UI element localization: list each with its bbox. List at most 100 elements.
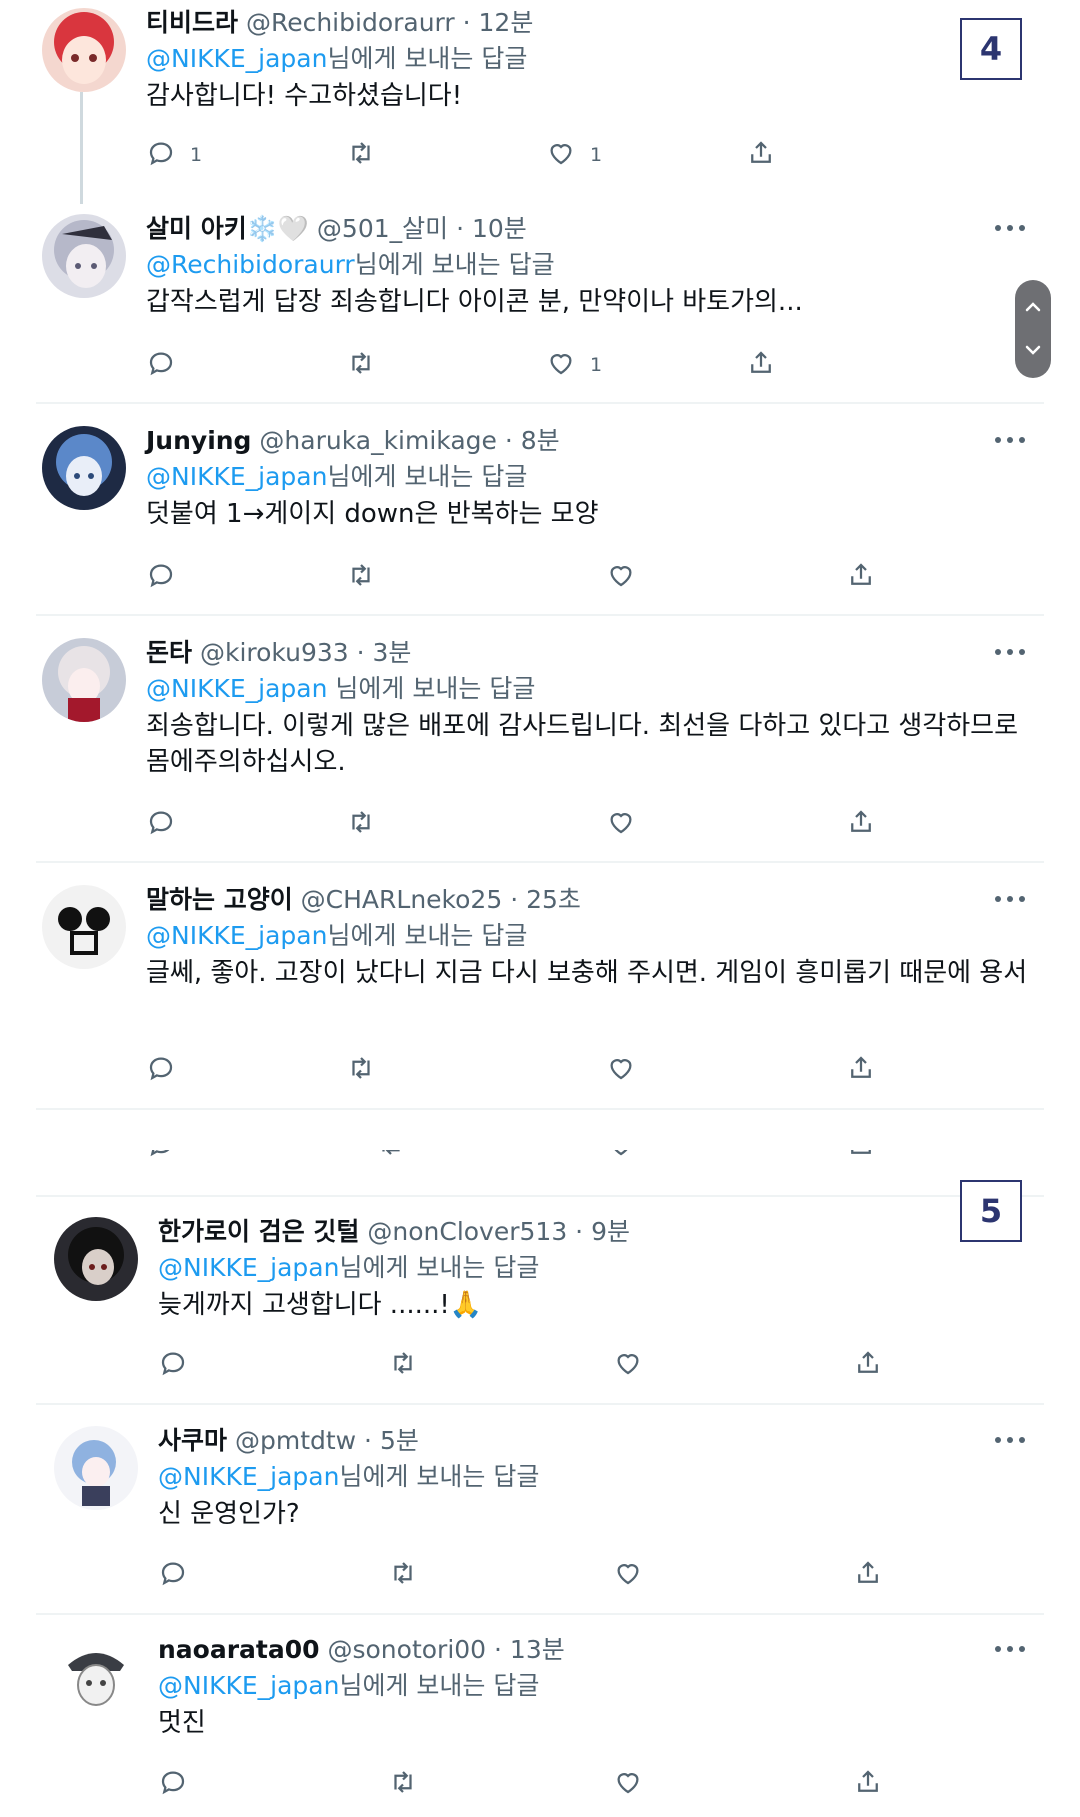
avatar[interactable] bbox=[54, 1635, 138, 1719]
like-button[interactable] bbox=[606, 557, 636, 597]
retweet-icon bbox=[388, 1767, 418, 1802]
share-button[interactable] bbox=[746, 135, 776, 175]
retweet-icon bbox=[388, 1348, 418, 1383]
reply-icon bbox=[146, 348, 176, 383]
more-button[interactable] bbox=[990, 1430, 1030, 1450]
tweet-text: 죄송합니다. 이렇게 많은 배포에 감사드립니다. 최선을 다하고 있다고 생각… bbox=[146, 711, 1019, 777]
share-button[interactable] bbox=[746, 345, 776, 385]
share-button[interactable] bbox=[846, 804, 876, 844]
reply-button[interactable] bbox=[146, 345, 176, 385]
tweet-text: 글쎄, 좋아. 고장이 났다니 지금 다시 보충해 주시면. 게임이 흥미롭기 … bbox=[146, 958, 1028, 988]
tweet-3[interactable]: 돈타 @kiroku933 · 3분 @NIKKE_japan 님에게 보내는 … bbox=[36, 636, 1044, 826]
more-icon bbox=[990, 1644, 1030, 1663]
reply-prefix: 님에게 보내는 답글 bbox=[339, 1462, 540, 1491]
share-icon bbox=[853, 1558, 883, 1593]
mention-link[interactable]: @NIKKE_japan bbox=[146, 44, 327, 73]
display-name[interactable]: 돈타 bbox=[146, 638, 192, 667]
like-icon bbox=[606, 1150, 636, 1164]
share-button[interactable] bbox=[853, 1764, 883, 1804]
like-icon bbox=[606, 807, 636, 842]
like-button[interactable] bbox=[606, 1050, 636, 1090]
display-name[interactable]: 티비드라 bbox=[146, 8, 238, 37]
reply-prefix: 님에게 보내는 답글 bbox=[327, 44, 528, 73]
display-name[interactable]: 한가로이 검은 깃털 bbox=[158, 1217, 359, 1246]
reply-button[interactable] bbox=[146, 1050, 176, 1090]
retweet-icon bbox=[346, 807, 376, 842]
reply-icon bbox=[146, 1053, 176, 1088]
share-icon bbox=[846, 560, 876, 595]
more-icon bbox=[990, 894, 1030, 913]
share-button[interactable] bbox=[846, 1050, 876, 1090]
reply-button[interactable] bbox=[158, 1345, 188, 1385]
more-button[interactable] bbox=[990, 889, 1030, 909]
retweet-button[interactable] bbox=[388, 1345, 418, 1385]
display-name[interactable]: naoarata00 bbox=[158, 1635, 320, 1664]
avatar[interactable] bbox=[42, 885, 126, 969]
reply-count: 1 bbox=[190, 144, 203, 166]
more-button[interactable] bbox=[990, 430, 1030, 450]
cropped-actions bbox=[146, 1150, 906, 1164]
reply-button[interactable] bbox=[158, 1764, 188, 1804]
avatar[interactable] bbox=[42, 426, 126, 510]
reply-icon bbox=[146, 560, 176, 595]
retweet-button[interactable] bbox=[346, 557, 376, 597]
like-button[interactable]: 1 bbox=[546, 135, 602, 175]
retweet-button[interactable] bbox=[388, 1555, 418, 1595]
mention-link[interactable]: @NIKKE_japan bbox=[158, 1253, 339, 1282]
like-button[interactable] bbox=[606, 804, 636, 844]
reply-prefix: 님에게 보내는 답글 bbox=[327, 462, 528, 491]
share-button[interactable] bbox=[846, 557, 876, 597]
tweet-4[interactable]: 말하는 고양이 @CHARLneko25 · 25초 @NIKKE_japan님… bbox=[36, 883, 1044, 1073]
like-icon bbox=[546, 348, 576, 383]
scroll-up-button[interactable] bbox=[1015, 280, 1051, 329]
avatar[interactable] bbox=[54, 1217, 138, 1301]
reply-button[interactable]: 1 bbox=[146, 135, 202, 175]
tweet-text: 갑작스럽게 답장 죄송합니다 아이콘 분, 만약이나 바토가의... bbox=[146, 287, 803, 317]
avatar[interactable] bbox=[54, 1426, 138, 1510]
retweet-button[interactable] bbox=[388, 1764, 418, 1804]
divider bbox=[36, 614, 1044, 616]
reply-prefix: 님에게 보내는 답글 bbox=[339, 1253, 540, 1282]
mention-link[interactable]: @NIKKE_japan bbox=[146, 674, 327, 703]
mention-link[interactable]: @NIKKE_japan bbox=[158, 1671, 339, 1700]
retweet-button[interactable] bbox=[346, 804, 376, 844]
mention-link[interactable]: @NIKKE_japan bbox=[146, 462, 327, 491]
chevron-down-icon bbox=[1015, 329, 1051, 378]
more-button[interactable] bbox=[990, 218, 1030, 238]
retweet-button[interactable] bbox=[346, 1050, 376, 1090]
mention-link[interactable]: @NIKKE_japan bbox=[146, 921, 327, 950]
reply-button[interactable] bbox=[158, 1555, 188, 1595]
more-button[interactable] bbox=[990, 1639, 1030, 1659]
divider bbox=[36, 1195, 1044, 1197]
retweet-button[interactable] bbox=[346, 135, 376, 175]
share-button[interactable] bbox=[853, 1345, 883, 1385]
avatar[interactable] bbox=[42, 638, 126, 722]
mention-link[interactable]: @Rechibidoraurr bbox=[146, 250, 355, 279]
retweet-icon bbox=[346, 560, 376, 595]
like-icon bbox=[613, 1558, 643, 1593]
display-name[interactable]: 살미 아키❄️🤍 bbox=[146, 214, 309, 243]
like-button[interactable] bbox=[613, 1345, 643, 1385]
divider bbox=[36, 402, 1044, 404]
retweet-button[interactable] bbox=[346, 345, 376, 385]
share-button[interactable] bbox=[853, 1555, 883, 1595]
like-icon bbox=[606, 560, 636, 595]
more-button[interactable] bbox=[990, 642, 1030, 662]
display-name[interactable]: Junying bbox=[146, 426, 251, 455]
reply-button[interactable] bbox=[146, 804, 176, 844]
reply-icon bbox=[158, 1558, 188, 1593]
display-name[interactable]: 말하는 고양이 bbox=[146, 885, 293, 914]
reply-prefix: 님에게 보내는 답글 bbox=[339, 1671, 540, 1700]
like-button[interactable]: 1 bbox=[546, 345, 602, 385]
mention-link[interactable]: @NIKKE_japan bbox=[158, 1462, 339, 1491]
display-name[interactable]: 사쿠마 bbox=[158, 1426, 227, 1455]
like-icon bbox=[613, 1348, 643, 1383]
avatar[interactable] bbox=[42, 214, 126, 298]
scroll-down-button[interactable] bbox=[1015, 329, 1051, 378]
avatar[interactable] bbox=[42, 8, 126, 92]
like-button[interactable] bbox=[613, 1764, 643, 1804]
reply-button[interactable] bbox=[146, 557, 176, 597]
share-icon bbox=[853, 1348, 883, 1383]
tweet-text: 덧붙여 1→게이지 down은 반복하는 모양 bbox=[146, 499, 599, 529]
like-button[interactable] bbox=[613, 1555, 643, 1595]
